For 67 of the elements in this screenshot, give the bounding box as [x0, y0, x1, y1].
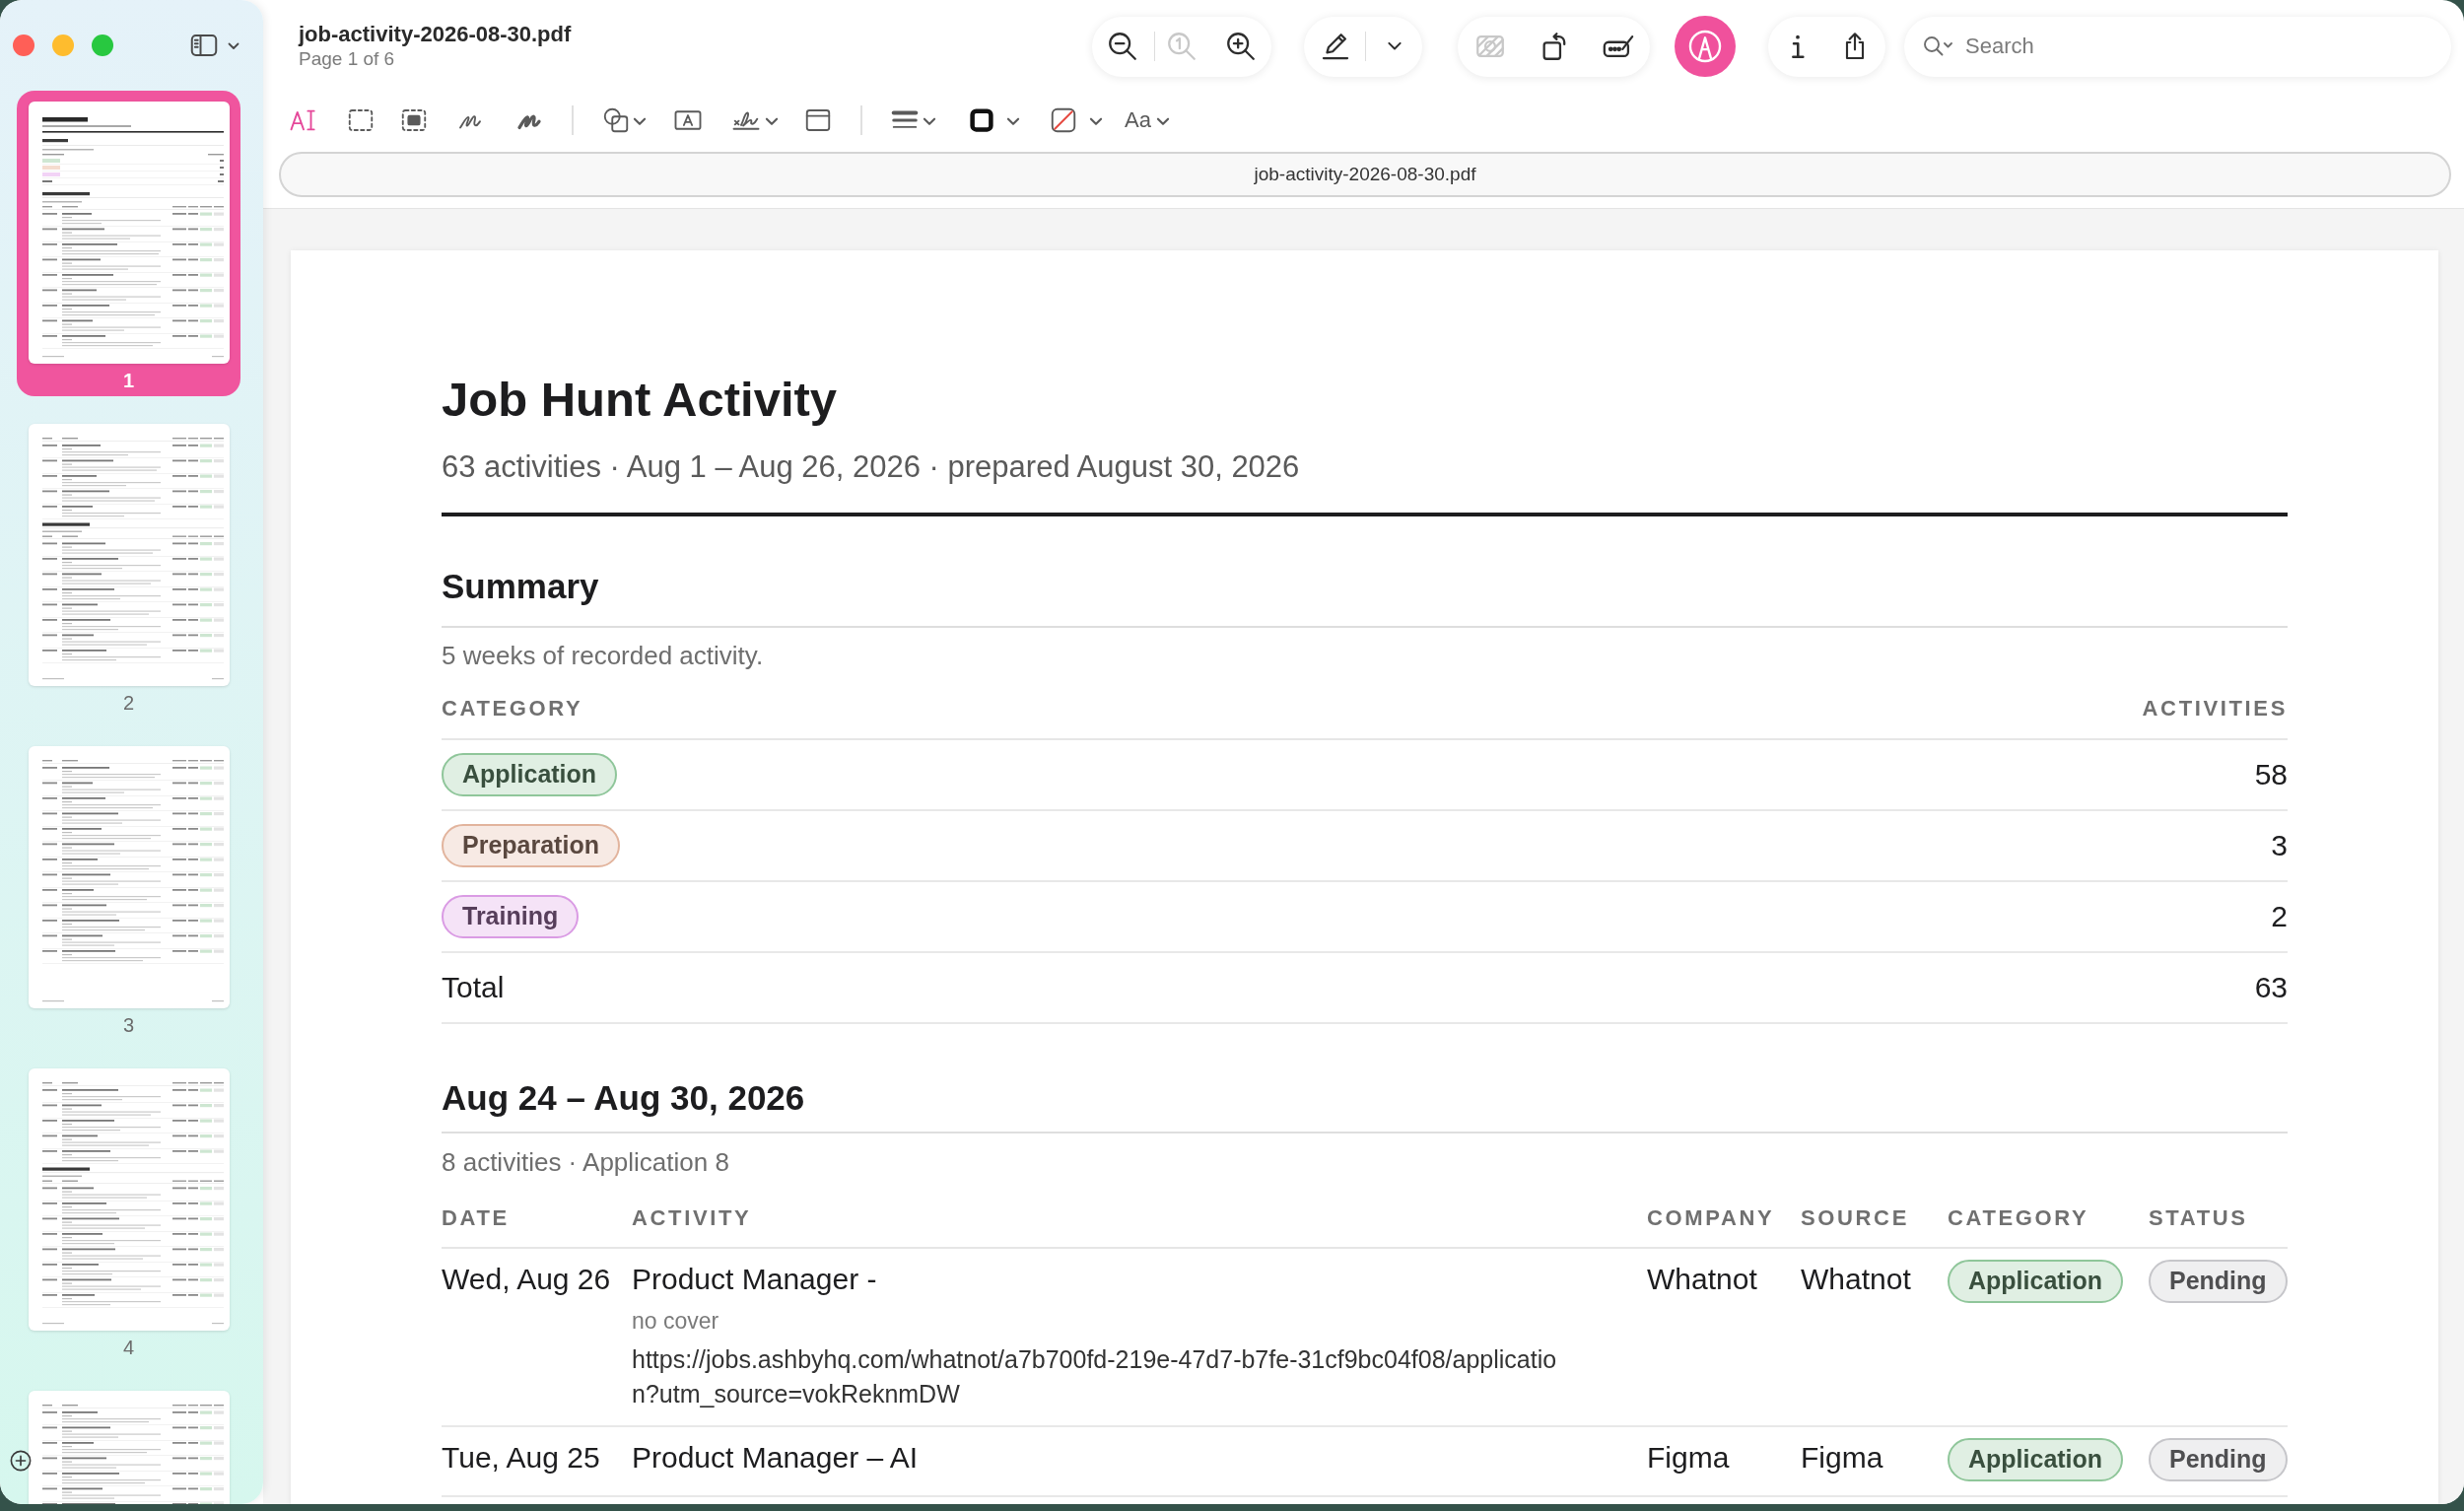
chevron-down-icon[interactable]: [1089, 117, 1103, 126]
page-thumbnail[interactable]: [28, 424, 230, 686]
zoom-out-icon[interactable]: [1106, 30, 1139, 63]
column-header: DATE: [442, 1205, 510, 1230]
date-text: Wed, Aug 26: [442, 1263, 611, 1295]
font-button[interactable]: Aa: [1125, 106, 1170, 134]
sidebar-icon[interactable]: [190, 34, 218, 57]
chevron-down-icon[interactable]: [1387, 41, 1403, 51]
activity-title: Product Manager – AI: [632, 1441, 919, 1475]
shapes-icon[interactable]: [601, 105, 631, 135]
slashed-square-icon[interactable]: [1049, 105, 1078, 135]
date-text: Tue, Aug 25: [442, 1441, 600, 1474]
search-icon: [1922, 34, 1953, 58]
column-header: ACTIVITIES: [2142, 696, 2288, 721]
column-header: CATEGORY: [1948, 1205, 2089, 1230]
category-tag: Application: [442, 753, 618, 796]
column-header: ACTIVITY: [632, 1205, 752, 1230]
section-heading: Aug 24 – Aug 30, 2026: [442, 1078, 805, 1118]
document-subtitle: 63 activities · Aug 1 – Aug 26, 2026 · prepared August 30, 2026: [442, 449, 1300, 485]
company-text: Figma: [1647, 1441, 1730, 1474]
column-header: COMPANY: [1647, 1205, 1775, 1230]
status-tag: Pending: [2149, 1438, 2288, 1481]
page-thumbnail[interactable]: [28, 102, 230, 364]
document-heading: Job Hunt Activity: [442, 372, 838, 427]
thick-square-icon[interactable]: [967, 105, 996, 135]
add-circle-icon[interactable]: [10, 1450, 32, 1472]
category-tag: Application: [1948, 1260, 2124, 1303]
document-filename: job-activity-2026-08-30.pdf: [279, 152, 2451, 197]
column-header: CATEGORY: [442, 696, 583, 721]
page-indicator: Page 1 of 6: [299, 47, 395, 71]
activity-title: Product Manager -: [632, 1263, 877, 1296]
search-field[interactable]: Search: [1904, 16, 2451, 77]
chevron-down-icon[interactable]: [228, 42, 240, 50]
page-number: 4: [122, 1336, 135, 1360]
chevron-down-icon[interactable]: [633, 117, 647, 126]
chevron-down-icon[interactable]: [765, 117, 779, 126]
pen-tip-circle-icon: [1686, 28, 1724, 65]
status-tag: Pending: [2149, 1260, 2288, 1303]
chevron-down-icon[interactable]: [1006, 117, 1020, 126]
page-number: 3: [122, 1013, 135, 1038]
section-note: 5 weeks of recorded activity.: [442, 641, 764, 670]
category-tag: Preparation: [442, 824, 620, 867]
chevron-down-icon[interactable]: [923, 117, 936, 126]
count-text: 58: [2254, 758, 2288, 791]
section-heading: Summary: [442, 567, 599, 606]
window-title: job-activity-2026-08-30.pdf: [299, 21, 572, 48]
source-text: Figma: [1801, 1441, 1883, 1474]
page-thumbnail[interactable]: [28, 746, 230, 1008]
zoom-in-icon[interactable]: [1224, 30, 1258, 63]
source-text: Whatnot: [1801, 1263, 1911, 1295]
category-tag: Training: [442, 895, 580, 938]
column-header: SOURCE: [1801, 1205, 1909, 1230]
page-number: 1: [122, 369, 135, 393]
job-url-text: https://jobs.ashbyhq.com/whatnot/a7b700fd-219e-47d7-b7fe-31cf9bc04f08/application?utm_source=vokReknmDW: [632, 1344, 1558, 1409]
page-thumbnail[interactable]: [28, 1068, 230, 1331]
chevron-down-icon[interactable]: [1155, 117, 1170, 126]
page-number: 2: [122, 691, 135, 716]
count-text: 63: [2254, 971, 2288, 1004]
company-text: Whatnot: [1647, 1263, 1757, 1295]
section-note: 8 activities · Application 8: [442, 1147, 729, 1177]
count-text: 2: [2271, 900, 2288, 933]
close-button[interactable]: [13, 34, 34, 56]
total-label: Total: [442, 971, 505, 1004]
count-text: 3: [2271, 829, 2288, 862]
column-header: STATUS: [2149, 1205, 2248, 1230]
category-tag: Application: [1948, 1438, 2124, 1481]
activity-detail: no cover: [632, 1307, 719, 1336]
